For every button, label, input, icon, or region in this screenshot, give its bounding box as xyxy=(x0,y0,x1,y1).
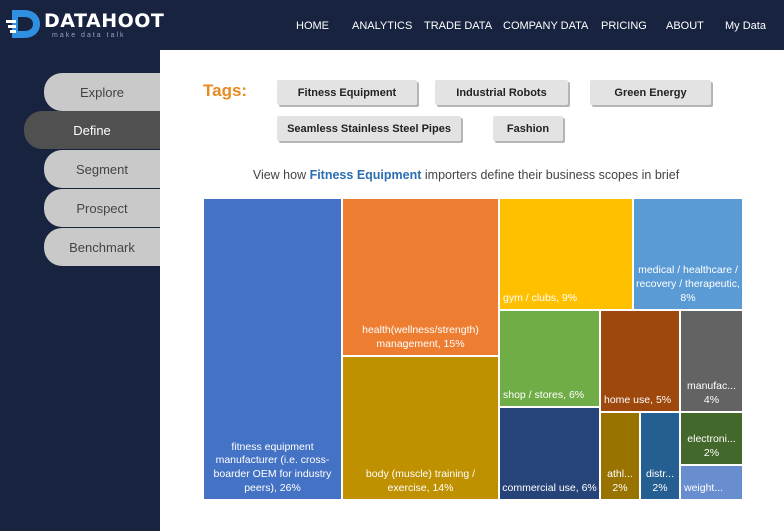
treemap-cell-label: manufac... 4% xyxy=(686,380,737,407)
brand-logo[interactable]: DATAHOOT make data talk xyxy=(6,8,164,40)
nav-analytics[interactable]: ANALYTICS xyxy=(352,20,412,32)
treemap-cell-label: body (muscle) training / exercise, 14% xyxy=(365,468,476,495)
nav-company-data[interactable]: COMPANY DATA xyxy=(503,20,588,32)
brand-tagline: make data talk xyxy=(52,32,126,39)
sidebar-item-segment[interactable]: Segment xyxy=(44,150,160,188)
treemap-cell-label: shop / stores, 6% xyxy=(503,389,585,402)
business-scope-treemap: fitness equipment manufacturer (i.e. cro… xyxy=(203,198,743,500)
treemap-cell-label: distr... 2% xyxy=(645,468,674,495)
brand-name: DATAHOOT xyxy=(44,10,165,32)
treemap-cell-label: home use, 5% xyxy=(604,394,672,407)
treemap-cell-fitness-equipment-manufacturer[interactable]: fitness equipment manufacturer (i.e. cro… xyxy=(203,198,342,500)
sidebar-item-define[interactable]: Define xyxy=(24,111,160,149)
nav-home[interactable]: HOME xyxy=(296,20,329,32)
nav-pricing[interactable]: PRICING xyxy=(601,20,647,32)
treemap-cell-weight[interactable]: weight... xyxy=(680,465,743,500)
tag-fitness-equipment[interactable]: Fitness Equipment xyxy=(277,80,417,105)
datahoot-logo-icon xyxy=(6,10,40,38)
treemap-cell-label: gym / clubs, 9% xyxy=(503,292,578,305)
tag-fashion[interactable]: Fashion xyxy=(493,116,563,141)
headline-prefix: View how xyxy=(252,168,310,182)
main-panel: Tags: Fitness Equipment Industrial Robot… xyxy=(160,50,784,531)
treemap-cell-label: health(wellness/strength) management, 15… xyxy=(362,324,479,351)
chart-headline: View how Fitness Equipment importers def… xyxy=(160,168,772,182)
treemap-cell-label: commercial use, 6% xyxy=(502,482,597,495)
treemap-cell-label: weight... xyxy=(684,482,724,495)
tag-seamless-stainless-steel-pipes[interactable]: Seamless Stainless Steel Pipes xyxy=(277,116,461,141)
sidebar-item-prospect[interactable]: Prospect xyxy=(44,189,160,227)
treemap-cell-label: fitness equipment manufacturer (i.e. cro… xyxy=(213,440,332,495)
treemap-cell-gym-clubs[interactable]: gym / clubs, 9% xyxy=(499,198,633,310)
treemap-cell-manufac[interactable]: manufac... 4% xyxy=(680,310,743,412)
tag-industrial-robots[interactable]: Industrial Robots xyxy=(435,80,568,105)
nav-about[interactable]: ABOUT xyxy=(666,20,704,32)
treemap-cell-health-management[interactable]: health(wellness/strength) management, 15… xyxy=(342,198,499,356)
treemap-cell-shop-stores[interactable]: shop / stores, 6% xyxy=(499,310,600,407)
treemap-cell-label: athl... 2% xyxy=(607,468,633,495)
treemap-cell-athl[interactable]: athl... 2% xyxy=(600,412,640,500)
headline-highlight[interactable]: Fitness Equipment xyxy=(310,168,422,182)
top-header: DATAHOOT make data talk HOME ANALYTICS T… xyxy=(0,0,784,50)
treemap-cell-electroni[interactable]: electroni... 2% xyxy=(680,412,743,465)
headline-suffix: importers define their business scopes i… xyxy=(421,168,680,182)
sidebar-item-explore[interactable]: Explore xyxy=(44,73,160,111)
treemap-cell-medical-healthcare[interactable]: medical / healthcare / recovery / therap… xyxy=(633,198,743,310)
treemap-cell-distr[interactable]: distr... 2% xyxy=(640,412,680,500)
sidebar-item-benchmark[interactable]: Benchmark xyxy=(44,228,160,266)
treemap-cell-label: medical / healthcare / recovery / therap… xyxy=(636,264,740,305)
treemap-cell-body-training[interactable]: body (muscle) training / exercise, 14% xyxy=(342,356,499,500)
nav-my-data[interactable]: My Data xyxy=(725,20,766,32)
treemap-cell-home-use[interactable]: home use, 5% xyxy=(600,310,680,412)
tag-green-energy[interactable]: Green Energy xyxy=(590,80,711,105)
treemap-cell-commercial-use[interactable]: commercial use, 6% xyxy=(499,407,600,500)
treemap-cell-label: electroni... 2% xyxy=(687,433,736,460)
tags-label: Tags: xyxy=(203,81,248,100)
nav-trade-data[interactable]: TRADE DATA xyxy=(424,20,492,32)
